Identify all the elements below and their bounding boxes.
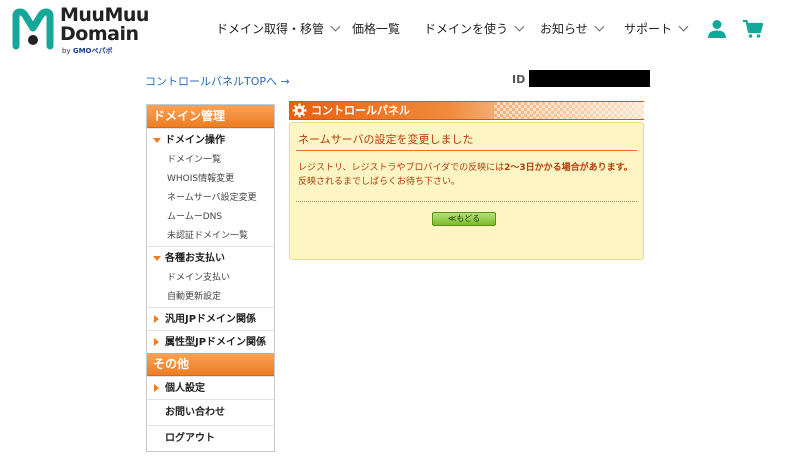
- sidebar-group-payments[interactable]: 各種お支払い: [147, 246, 274, 269]
- control-panel-title: コントロールパネル: [311, 104, 410, 117]
- logo-brand: GMOペパボ: [72, 47, 113, 55]
- message-panel: ネームサーバの設定を変更しました レジストリ、レジストラやプロバイダでの反映には…: [289, 122, 644, 260]
- nav-domain-acquire[interactable]: ドメイン取得・移管: [216, 20, 341, 37]
- nav-support[interactable]: サポート: [624, 20, 689, 37]
- chevron-down-icon: [678, 21, 689, 32]
- sidebar-group-label: 各種お支払い: [165, 253, 225, 264]
- sidebar-item-domain-list[interactable]: ドメイン一覧: [147, 151, 274, 170]
- sidebar-item-auto-renew[interactable]: 自動更新設定: [147, 288, 274, 307]
- logo-wordmark: MuuMuu Domain: [60, 6, 149, 44]
- message-body-emphasis: 2〜3日かかる場合があります。: [504, 163, 633, 173]
- sidebar-item-muumuu-dns[interactable]: ムームーDNS: [147, 208, 274, 227]
- sidebar: ドメイン管理 ドメイン操作 ドメイン一覧 WHOIS情報変更 ネームサーバ設定変…: [146, 104, 275, 452]
- triangle-right-icon: [154, 315, 159, 323]
- back-button[interactable]: ≪もどる: [432, 212, 496, 226]
- sidebar-group-attribute-jp[interactable]: 属性型JPドメイン関係: [147, 330, 274, 353]
- logo-line2: Domain: [60, 23, 139, 45]
- sidebar-item-logout[interactable]: ログアウト: [147, 425, 274, 451]
- logo-mark-icon: [12, 8, 54, 50]
- triangle-right-icon: [154, 384, 159, 392]
- sidebar-group-label: 属性型JPドメイン関係: [165, 337, 267, 348]
- user-icon[interactable]: [706, 18, 728, 40]
- nav-label: お知らせ: [540, 22, 588, 36]
- message-body-post: 反映されるまでしばらくお待ち下さい。: [298, 177, 461, 187]
- nav-label: サポート: [624, 22, 673, 36]
- cart-icon[interactable]: [742, 18, 764, 40]
- success-message-title: ネームサーバの設定を変更しました: [298, 133, 474, 146]
- sidebar-section-other: その他: [147, 353, 274, 376]
- site-header: MuuMuu Domain by GMOペパボ ドメイン取得・移管 価格一覧 ド…: [0, 0, 800, 62]
- chevron-down-icon: [330, 21, 341, 32]
- sidebar-item-unverified-domains[interactable]: 未認証ドメイン一覧: [147, 227, 274, 246]
- nav-price-list[interactable]: 価格一覧: [352, 20, 400, 37]
- nav-label: ドメインを使う: [424, 22, 509, 36]
- nav-label: ドメイン取得・移管: [216, 22, 325, 36]
- dotted-divider: [296, 201, 637, 202]
- nav-news[interactable]: お知らせ: [540, 20, 605, 37]
- message-divider: [296, 150, 637, 151]
- triangle-down-icon: [153, 256, 161, 261]
- sidebar-group-domain-ops[interactable]: ドメイン操作: [147, 128, 274, 151]
- gear-icon: [292, 103, 307, 118]
- nav-label: 価格一覧: [352, 22, 401, 36]
- sidebar-item-nameserver-change[interactable]: ネームサーバ設定変更: [147, 189, 274, 208]
- nav-use-domain[interactable]: ドメインを使う: [424, 20, 525, 37]
- control-panel-top-link[interactable]: コントロールパネルTOPへ →: [145, 73, 290, 89]
- sidebar-item-domain-payment[interactable]: ドメイン支払い: [147, 269, 274, 288]
- sidebar-group-label: 個人設定: [165, 383, 205, 394]
- sidebar-group-label: 汎用JPドメイン関係: [165, 314, 257, 325]
- message-body-pre: レジストリ、レジストラやプロバイダでの反映には: [298, 163, 505, 173]
- sidebar-group-label: ドメイン操作: [165, 135, 225, 146]
- triangle-right-icon: [154, 338, 159, 346]
- chevron-down-icon: [594, 21, 605, 32]
- logo-by: by: [62, 47, 71, 55]
- sidebar-group-personal-settings[interactable]: 個人設定: [147, 376, 274, 399]
- chevron-down-icon: [514, 21, 525, 32]
- user-id-redacted: [529, 70, 650, 87]
- message-body: レジストリ、レジストラやプロバイダでの反映には2〜3日かかる場合があります。反映…: [298, 161, 638, 189]
- title-bar-pattern: [494, 102, 644, 119]
- sidebar-item-contact[interactable]: お問い合わせ: [147, 399, 274, 425]
- control-panel-title-bar: コントロールパネル: [289, 101, 644, 120]
- muumuu-logo[interactable]: MuuMuu Domain by GMOペパボ: [12, 6, 152, 56]
- logo-byline: by GMOペパボ: [62, 46, 113, 56]
- triangle-down-icon: [153, 138, 161, 143]
- sidebar-section-domain-management: ドメイン管理: [147, 105, 274, 128]
- sidebar-item-whois-change[interactable]: WHOIS情報変更: [147, 170, 274, 189]
- sidebar-group-generic-jp[interactable]: 汎用JPドメイン関係: [147, 307, 274, 330]
